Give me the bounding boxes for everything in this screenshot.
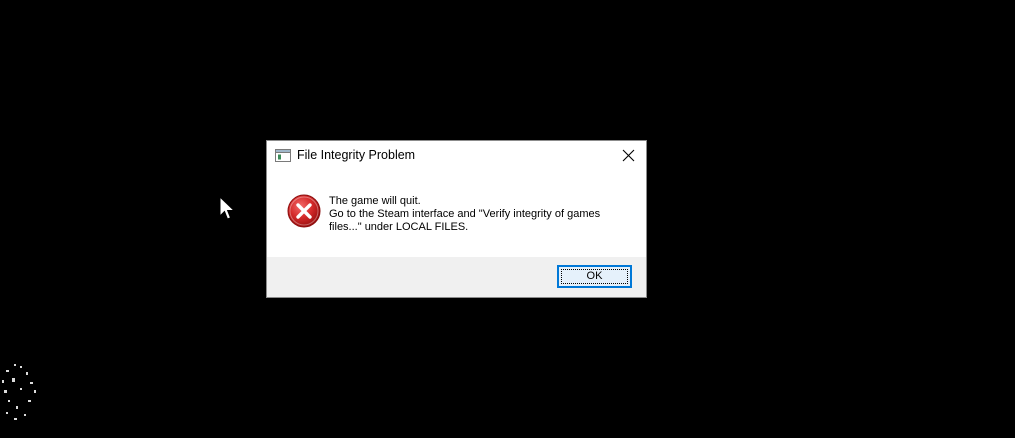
- dialog-message: The game will quit. Go to the Steam inte…: [329, 195, 629, 234]
- message-line: The game will quit.: [329, 195, 421, 207]
- message-line: Go to the Steam interface and "Verify in…: [329, 208, 601, 220]
- ok-button-label: OK: [586, 270, 603, 282]
- loading-glyph-icon: [2, 364, 36, 420]
- ok-button[interactable]: OK: [557, 265, 632, 288]
- close-icon: [622, 149, 635, 162]
- dialog-footer: OK: [267, 257, 646, 297]
- dialog-title: File Integrity Problem: [297, 148, 416, 162]
- error-icon: [287, 194, 321, 228]
- message-line: files..." under LOCAL FILES.: [329, 221, 469, 233]
- close-button[interactable]: [612, 141, 646, 172]
- dialog-content: The game will quit. Go to the Steam inte…: [267, 172, 646, 257]
- desktop-background: File Integrity Problem The game will qui…: [0, 0, 1015, 438]
- error-dialog: File Integrity Problem The game will qui…: [266, 140, 647, 298]
- window-app-icon: [275, 149, 291, 162]
- dialog-titlebar[interactable]: File Integrity Problem: [267, 141, 646, 172]
- mouse-cursor-icon: [219, 196, 236, 220]
